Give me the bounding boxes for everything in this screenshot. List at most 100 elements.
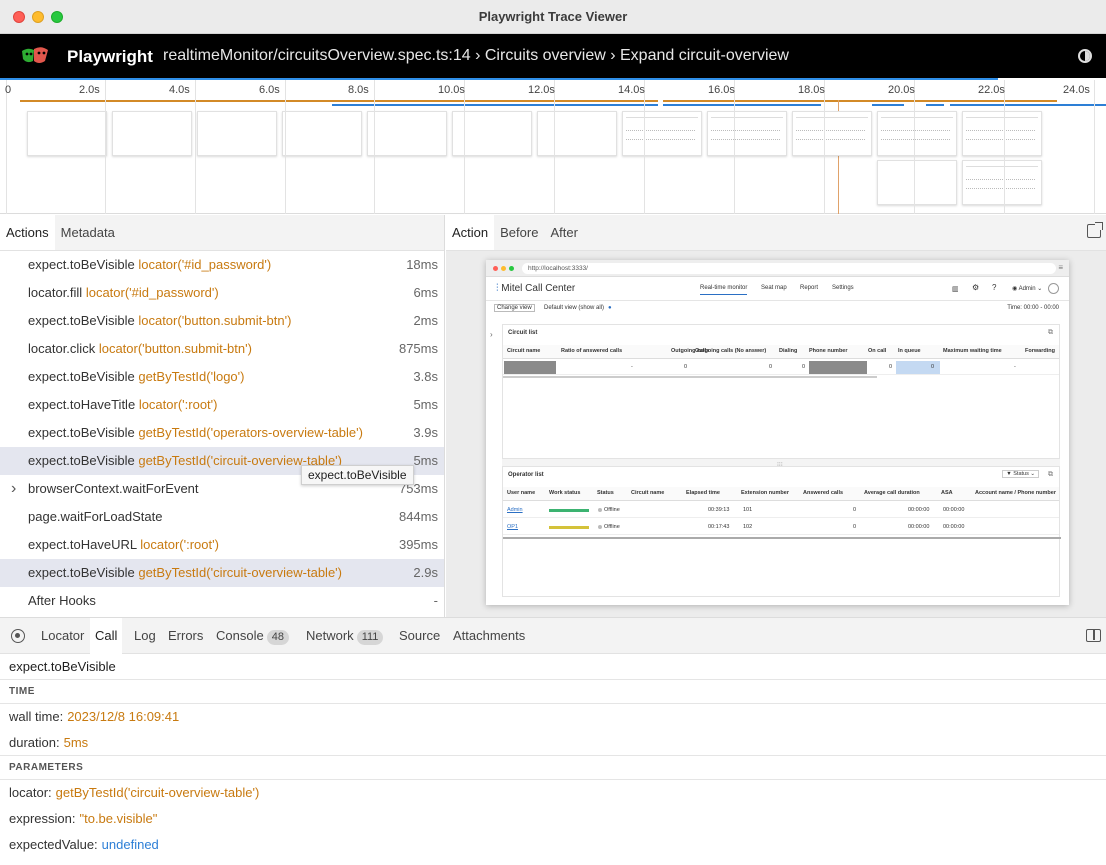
operator-user-link[interactable]: OP1 [507,524,518,530]
operator-status-filter: ▼ Status ⌄ [1002,470,1039,478]
timeline-tick [374,80,375,214]
tab-console[interactable]: Console 48 [216,618,289,654]
action-row[interactable]: After Hooks - [0,587,444,615]
parameters-section-heading: PARAMETERS [0,756,1106,780]
action-name: page.waitForLoadState [28,509,163,524]
operator-status: Offline [604,507,620,513]
timeline[interactable]: 0 2.0s 4.0s 6.0s 8.0s 10.0s 12.0s 14.0s 16.0s 18.… [0,80,1106,214]
filmstrip-frame[interactable] [27,111,107,156]
timeline-network-bar[interactable] [950,104,1106,106]
action-row[interactable]: expect.toBeVisible getByTestId('circuit-… [0,559,444,587]
operator-column-header: Account name / Phone number [975,490,1056,496]
snapshot-admin-label: Admin [1018,286,1036,292]
timeline-network-bar[interactable] [926,104,944,106]
operator-asa: 00:00:00 [943,524,965,530]
operator-column-header: Status [597,490,614,496]
circuit-cell: 0 [931,364,935,370]
action-name: expect.toBeVisible [28,313,135,328]
filmstrip-frame[interactable] [537,111,617,156]
action-row[interactable]: locator.click locator('button.submit-btn… [0,335,444,363]
tab-errors[interactable]: Errors [168,618,203,654]
action-row[interactable]: page.waitForLoadState 844ms [0,503,444,531]
operator-column-header: Extension number [741,490,789,496]
circuit-column-header: In queue [898,348,921,354]
filmstrip-frame[interactable] [962,111,1042,156]
locator-param-row: locator: getByTestId('circuit-overview-ta… [0,780,1106,806]
tab-locator[interactable]: Locator [41,618,84,654]
filmstrip-frame[interactable] [962,160,1042,205]
timeline-tick-label: 20.0s [888,84,915,96]
status-dot [598,525,602,529]
action-selector: getByTestId('logo') [138,369,245,384]
action-row[interactable]: expect.toBeVisible getByTestId('operator… [0,419,444,447]
timeline-tick-label: 16.0s [708,84,735,96]
tab-log[interactable]: Log [134,618,156,654]
timeline-network-bar[interactable] [872,104,904,106]
wall-time-row: wall time: 2023/12/8 16:09:41 [0,704,1106,730]
action-row[interactable]: expect.toBeVisible locator('button.submi… [0,307,444,335]
operator-list-title: Operator list [508,472,544,478]
tab-source[interactable]: Source [399,618,440,654]
action-name: locator.fill [28,285,83,300]
action-row[interactable]: expect.toHaveTitle locator(':root') 5ms [0,391,444,419]
filmstrip-frame[interactable] [792,111,872,156]
details-pane: Locator Call Log Errors Console 48 Network 111 S… [0,617,1106,865]
snapshot-minimize-dot [501,266,506,271]
filmstrip-frame[interactable] [877,160,957,205]
action-tooltip: expect.toBeVisible [301,465,414,485]
time-section-heading: TIME [0,680,1106,704]
tab-actions[interactable]: Actions [0,215,55,250]
filmstrip-frame[interactable] [112,111,192,156]
tab-action[interactable]: Action [446,215,495,250]
filmstrip-frame[interactable] [877,111,957,156]
timeline-action-bar[interactable] [663,100,1057,102]
timeline-network-bar[interactable] [332,104,658,106]
timeline-network-bar[interactable] [663,104,821,106]
filmstrip-frame[interactable] [707,111,787,156]
operator-user-link[interactable]: Admin [507,507,523,513]
snapshot-help-icon: ? [992,283,997,292]
circuit-column-header: Dialing [779,348,798,354]
tab-network[interactable]: Network 111 [306,618,384,654]
tab-before[interactable]: Before [494,215,544,250]
pick-locator-icon[interactable] [11,629,25,643]
duration-label: duration: [9,735,60,750]
page-snapshot[interactable]: http://localhost:3333/ ≡ ⫶ Mitel Call Ce… [486,260,1069,605]
action-row[interactable]: locator.fill locator('#id_password') 6ms [0,279,444,307]
expand-chevron-icon[interactable]: › [11,475,16,503]
timeline-tick [824,80,825,214]
status-dot [598,508,602,512]
action-name: locator.click [28,341,96,356]
open-external-icon[interactable] [1087,222,1103,238]
tab-after[interactable]: After [544,215,583,250]
work-status-bar [549,526,589,529]
expected-value-value: undefined [101,837,159,852]
theme-toggle-icon[interactable] [1078,49,1092,63]
circuit-cell: 0 [802,364,806,370]
timeline-action-bar[interactable] [20,100,658,102]
action-row[interactable]: expect.toBeVisible getByTestId('logo') 3.… [0,363,444,391]
filmstrip-frame[interactable] [622,111,702,156]
snapshot-url: http://localhost:3333/ [522,263,1056,274]
action-selector: getByTestId('circuit-overview-table') [138,565,342,580]
action-duration: 18ms [406,257,438,272]
toggle-layout-icon[interactable] [1086,629,1101,642]
snapshot-avatar [1048,283,1059,294]
actions-pane: Actions Metadata expect.toBeVisible loca… [0,215,445,617]
snapshot-zoom-dot [509,266,514,271]
action-row[interactable]: expect.toBeVisible locator('#id_password… [0,251,444,279]
circuit-column-header: Maximum waiting time [943,348,1002,354]
tab-attachments[interactable]: Attachments [453,618,525,654]
timeline-tick-label: 6.0s [259,84,280,96]
filmstrip-frame[interactable] [367,111,447,156]
circuit-cell: 0 [684,364,688,370]
tab-label: Source [399,628,441,643]
tab-metadata[interactable]: Metadata [55,215,121,250]
filmstrip-frame[interactable] [197,111,277,156]
action-row[interactable]: expect.toHaveURL locator(':root') 395ms [0,531,444,559]
action-duration: 844ms [398,509,438,524]
timeline-tick [734,80,735,214]
tab-call[interactable]: Call [90,618,123,654]
filmstrip-frame[interactable] [282,111,362,156]
title-bar: Playwright Trace Viewer [0,0,1106,34]
